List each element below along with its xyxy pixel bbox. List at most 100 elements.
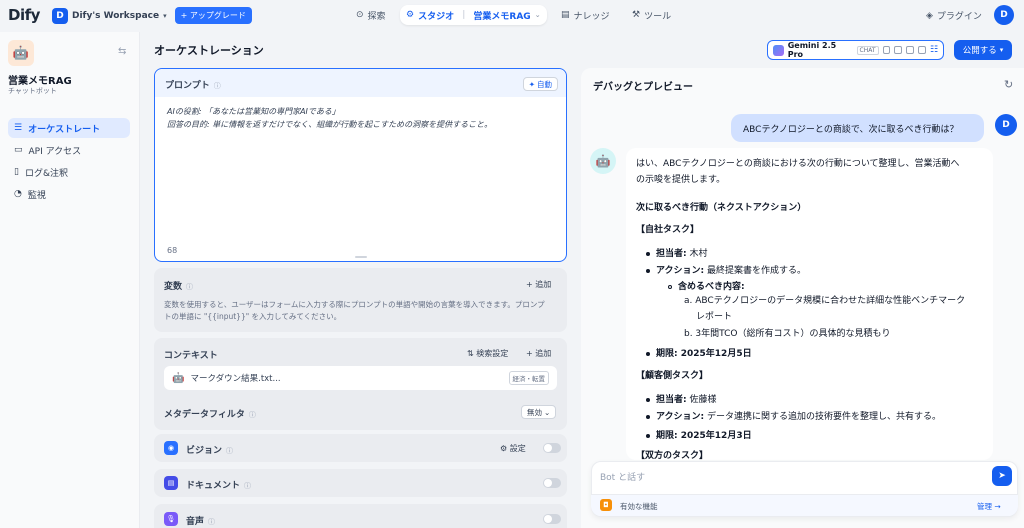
sidebar-item-orchestrate[interactable]: ☰ オーケストレート <box>8 118 130 138</box>
bot-value: 佐藤様 <box>686 395 717 405</box>
add-context-button[interactable]: + 追加 <box>526 348 551 359</box>
sidebar-item-logs[interactable]: ▯ ログ&注釈 <box>8 162 130 182</box>
publish-label: 公開する <box>962 46 997 56</box>
desc-line: トの単語に "{{input}}" を入力してみてください。 <box>164 312 342 321</box>
prompt-label-text: プロンプト <box>165 81 210 91</box>
hammer-icon: ⚒ <box>632 10 641 20</box>
bot-avatar: 🤖 <box>590 148 616 174</box>
plugins-button[interactable]: ◈ プラグイン <box>926 9 982 23</box>
app-type: チャットボット <box>8 87 57 95</box>
sidebar-item-label: API アクセス <box>28 146 82 157</box>
sidebar-item-api-access[interactable]: ▭ API アクセス <box>8 140 130 160</box>
metadata-filter-select[interactable]: 無効 ⌄ <box>521 405 557 419</box>
bullet <box>646 434 650 438</box>
robot-icon: 🤖 <box>172 372 185 384</box>
feature-icon: ◘ <box>600 499 612 511</box>
bot-value: 最終提案書を作成する。 <box>704 266 807 276</box>
microphone-icon: 🎙 <box>164 512 178 526</box>
bot-text: レポート <box>696 312 733 322</box>
resize-handle[interactable] <box>355 256 367 258</box>
eye-icon: ◉ <box>164 441 178 455</box>
tool-icon <box>918 46 926 54</box>
bullet <box>646 398 650 402</box>
sidebar-item-monitoring[interactable]: ◔ 監視 <box>8 184 130 204</box>
app-name: 営業メモRAG <box>8 76 72 87</box>
send-button[interactable]: ➤ <box>992 466 1012 486</box>
monitor-icon: ◔ <box>14 189 22 199</box>
vision-label: ビジョン <box>186 446 223 456</box>
audio-feature-panel <box>154 504 567 528</box>
info-icon[interactable]: ⓘ <box>186 283 193 291</box>
info-icon[interactable]: ⓘ <box>244 482 251 490</box>
bot-text: a. ABCテクノロジーのデータ規模に合わせた詳細な性能ベンチマーク <box>684 296 966 306</box>
prompt-label: プロンプト ⓘ <box>165 78 221 91</box>
gemini-icon <box>773 44 784 56</box>
publish-button[interactable]: 公開する ▾ <box>954 40 1012 60</box>
dify-logo[interactable]: Dify <box>8 6 40 24</box>
vision-settings-label: 設定 <box>509 444 526 453</box>
sliders-icon[interactable]: ☷ <box>930 45 938 55</box>
enabled-features-label: 有効な機能 <box>620 502 658 511</box>
model-mode-tag: CHAT <box>856 45 879 55</box>
bot-label: 担当者: <box>656 249 687 259</box>
model-selector[interactable]: Gemini 2.5 Pro CHAT ☷ <box>767 40 944 60</box>
retrieval-label: 検索設定 <box>476 349 509 358</box>
document-label: ドキュメント <box>186 481 241 491</box>
image-icon <box>906 46 915 54</box>
nav-current-app[interactable]: 営業メモRAG <box>473 9 530 22</box>
user-avatar[interactable]: D <box>994 5 1014 25</box>
retrieval-settings-button[interactable]: ⇅ 検索設定 <box>467 348 508 359</box>
bot-value: 木村 <box>686 249 708 259</box>
vision-toggle[interactable] <box>543 443 561 453</box>
context-file-item[interactable]: 🤖 マークダウン結果.txt... 経済・転置 <box>164 366 557 390</box>
nav-tools[interactable]: ⚒ ツール <box>626 5 677 25</box>
bot-label: 期限: <box>656 349 678 359</box>
sparkle-icon: ✦ <box>528 79 535 89</box>
eye-icon <box>882 46 891 54</box>
workspace-switcher[interactable]: D Dify's Workspace ▾ + アップグレード <box>52 7 252 24</box>
info-icon[interactable]: ⓘ <box>226 447 233 455</box>
chat-input[interactable]: Bot と話す <box>600 470 645 483</box>
nav-explore[interactable]: ⊙ 探索 <box>350 5 392 25</box>
vision-title: ビジョン ⓘ <box>186 443 233 456</box>
sidebar-item-label: 監視 <box>27 190 46 201</box>
debug-title: デバッグとプレビュー <box>593 82 693 93</box>
auto-generate-button[interactable]: ✦ 自動 <box>522 77 558 91</box>
terminal-icon: ▭ <box>14 145 23 155</box>
audio-toggle[interactable] <box>543 514 561 524</box>
info-icon[interactable]: ⓘ <box>214 82 221 90</box>
vision-settings-button[interactable]: ⚙ 設定 <box>500 443 526 454</box>
compass-icon: ⊙ <box>356 10 364 20</box>
bot-section-title: 【自社タスク】 <box>636 225 700 235</box>
refresh-icon[interactable]: ↻ <box>1004 78 1013 91</box>
bot-value: データ連携に関する追加の技術要件を整理し、共有する。 <box>704 412 942 422</box>
chevron-down-icon: ⌄ <box>544 407 551 417</box>
context-title: コンテキスト <box>164 351 218 361</box>
app-sidebar: 🤖 ⇆ 営業メモRAG チャットボット ☰ オーケストレート ▭ API アクセ… <box>0 32 140 528</box>
add-variable-button[interactable]: + 追加 <box>526 279 551 290</box>
prompt-text[interactable]: AIの役割: 「あなたは営業知の専門家AIである」 回答の目的: 単に情報を返す… <box>167 105 492 131</box>
info-icon[interactable]: ⓘ <box>208 518 215 526</box>
bullet <box>646 269 650 273</box>
top-bar: Dify D Dify's Workspace ▾ + アップグレード ⊙ 探索… <box>0 0 1024 32</box>
context-file-name: マークダウン結果.txt... <box>190 374 281 384</box>
robot-icon: 🤖 <box>595 154 611 168</box>
chevron-down-icon: ▾ <box>999 46 1004 54</box>
robot-icon: 🤖 <box>8 40 34 66</box>
manage-features-button[interactable]: 管理 → <box>977 501 1001 512</box>
nav-tools-label: ツール <box>644 11 672 22</box>
collapse-sidebar-icon[interactable]: ⇆ <box>118 46 126 57</box>
info-icon[interactable]: ⓘ <box>249 411 256 419</box>
sub-bullet <box>668 285 672 289</box>
upgrade-button[interactable]: + アップグレード <box>174 7 252 24</box>
document-toggle[interactable] <box>543 478 561 488</box>
metadata-filter-label: メタデータフィルタ <box>164 410 245 420</box>
nav-knowledge[interactable]: ▤ ナレッジ <box>555 5 616 25</box>
prompt-editor[interactable]: プロンプト ⓘ ✦ 自動 AIの役割: 「あなたは営業知の専門家AIである」 回答… <box>154 68 567 262</box>
desc-line: 変数を使用すると、ユーザーはフォームに入力する際にプロンプトの単語や開始の言葉を… <box>164 300 545 309</box>
chat-user-avatar: D <box>995 114 1017 136</box>
char-count: 68 <box>167 246 178 255</box>
nav-studio[interactable]: ⚙ スタジオ | 営業メモRAG ⌄ <box>400 5 547 25</box>
context-file-tag: 経済・転置 <box>508 371 549 385</box>
bot-text: の示唆を提供します。 <box>636 175 726 185</box>
